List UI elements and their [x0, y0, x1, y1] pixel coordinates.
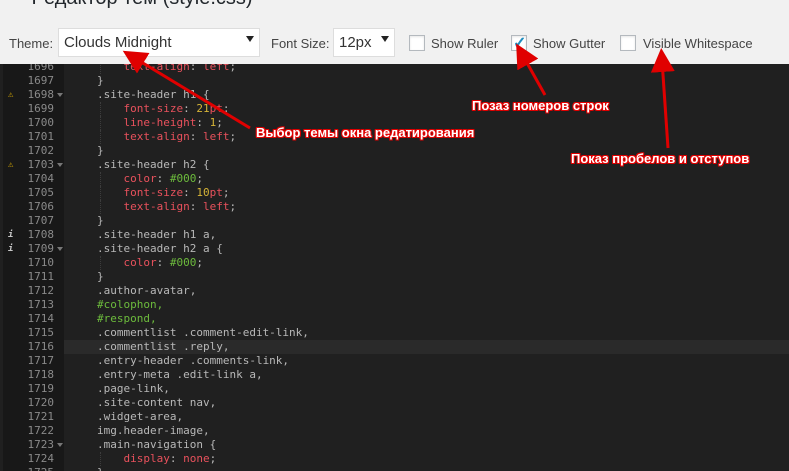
- code-line[interactable]: #respond,: [97, 312, 157, 326]
- checkmark-icon: ✓: [513, 35, 527, 52]
- line-number: 1715: [27, 326, 55, 339]
- code-line[interactable]: .site-header h2 a {: [97, 242, 223, 256]
- line-number: 1720: [27, 396, 55, 409]
- code-line[interactable]: .author-avatar,: [97, 284, 196, 298]
- line-number: 1707: [27, 214, 55, 227]
- indent-guide: [100, 452, 101, 466]
- code-line[interactable]: .site-header h1 {: [97, 88, 210, 102]
- indent-guide: [100, 172, 101, 186]
- indent-guide: [100, 130, 101, 144]
- code-line[interactable]: .entry-header .comments-link,: [97, 354, 289, 368]
- indent-guide: [100, 186, 101, 200]
- chevron-down-icon: [246, 36, 254, 42]
- line-number: 1701: [27, 130, 55, 143]
- code-line[interactable]: }: [97, 214, 104, 228]
- line-number-gutter[interactable]: 1696 1697 1698 ⚠ 1699 1700 1701 1702 1703 ⚠ 1704 17…: [3, 64, 64, 471]
- code-line[interactable]: }: [97, 270, 104, 284]
- code-line[interactable]: color: #000;: [97, 172, 204, 186]
- visible-whitespace-checkbox[interactable]: [620, 35, 636, 51]
- code-line[interactable]: .page-link,: [97, 382, 170, 396]
- fold-toggle-icon[interactable]: [57, 247, 63, 251]
- indent-guide: [100, 102, 101, 116]
- line-number: 1710: [27, 256, 55, 269]
- warning-icon[interactable]: ⚠: [8, 88, 13, 102]
- line-number: 1705: [27, 186, 55, 199]
- visible-whitespace-label[interactable]: Visible Whitespace: [643, 36, 753, 51]
- editor-toolbar: Theme: Clouds Midnight Font Size: 12px S…: [0, 14, 789, 64]
- indent-guide: [100, 256, 101, 270]
- code-line[interactable]: }: [97, 144, 104, 158]
- line-number: 1719: [27, 382, 55, 395]
- line-number: 1697: [27, 74, 55, 87]
- show-ruler-checkbox[interactable]: [409, 35, 425, 51]
- code-line[interactable]: #colophon,: [97, 298, 163, 312]
- code-line[interactable]: .widget-area,: [97, 410, 183, 424]
- code-line[interactable]: text-align: left;: [97, 200, 237, 214]
- code-line[interactable]: }: [97, 74, 104, 88]
- show-ruler-label[interactable]: Show Ruler: [431, 36, 498, 51]
- code-line[interactable]: display: none;: [97, 452, 217, 466]
- info-icon[interactable]: i: [8, 242, 13, 256]
- line-number: 1702: [27, 144, 55, 157]
- indent-guide: [100, 116, 101, 130]
- font-size-select[interactable]: 12px: [333, 28, 395, 57]
- show-gutter-checkbox[interactable]: ✓: [511, 35, 527, 52]
- line-number: 1696: [27, 64, 55, 73]
- code-line[interactable]: .site-content nav,: [97, 396, 216, 410]
- line-number: 1713: [27, 298, 55, 311]
- line-number: 1699: [27, 102, 55, 115]
- page-title-partial: — Редактор тем (style.css): [0, 0, 789, 14]
- annotation-gutter: Позаз номеров строк: [472, 98, 609, 113]
- fold-toggle-icon[interactable]: [57, 93, 63, 97]
- fold-toggle-icon[interactable]: [57, 163, 63, 167]
- line-number: 1725: [3, 466, 55, 471]
- line-number: 1712: [27, 284, 55, 297]
- code-line[interactable]: .entry-meta .edit-link a,: [97, 368, 263, 382]
- chevron-down-icon: [381, 36, 389, 42]
- theme-label: Theme:: [9, 36, 54, 51]
- indent-guide: [100, 200, 101, 214]
- warning-icon[interactable]: ⚠: [8, 158, 13, 172]
- code-line[interactable]: font-size: 21pt;: [97, 102, 230, 116]
- annotation-whitespace: Показ пробелов и отступов: [571, 151, 750, 166]
- font-size-label: Font Size:: [271, 36, 330, 51]
- line-number: 1706: [27, 200, 55, 213]
- line-number: 1716: [27, 340, 55, 353]
- fold-toggle-icon[interactable]: [57, 443, 63, 447]
- code-line[interactable]: line-height: 1;: [97, 116, 223, 130]
- line-number: 1721: [27, 410, 55, 423]
- code-line[interactable]: text-align: left;: [97, 64, 237, 74]
- code-line[interactable]: .commentlist .comment-edit-link,: [97, 326, 309, 340]
- theme-select[interactable]: Clouds Midnight: [58, 28, 260, 57]
- line-number: 1704: [27, 172, 55, 185]
- code-line[interactable]: .commentlist .reply,: [97, 340, 229, 354]
- code-line[interactable]: .site-header h1 a,: [97, 228, 216, 242]
- line-number: 1718: [27, 368, 55, 381]
- info-icon[interactable]: i: [8, 228, 13, 242]
- line-number: 1711: [27, 270, 55, 283]
- line-number: 1717: [27, 354, 55, 367]
- line-number: 1714: [27, 312, 55, 325]
- code-line[interactable]: img.header-image,: [97, 424, 210, 438]
- code-line[interactable]: .site-header h2 {: [97, 158, 210, 172]
- annotation-theme: Выбор темы окна редатирования: [256, 125, 475, 140]
- line-number: 1700: [27, 116, 55, 129]
- code-line[interactable]: color: #000;: [97, 256, 204, 270]
- code-line[interactable]: .main-navigation {: [97, 438, 216, 452]
- line-number: 1722: [27, 424, 55, 437]
- line-number: 1724: [27, 452, 55, 465]
- line-number: 1723: [27, 438, 55, 451]
- font-size-select-value: 12px: [339, 34, 372, 51]
- show-gutter-label[interactable]: Show Gutter: [533, 36, 605, 51]
- code-line[interactable]: }: [97, 466, 104, 471]
- code-line[interactable]: text-align: left;: [97, 130, 237, 144]
- theme-select-value: Clouds Midnight: [64, 34, 172, 51]
- indent-guide: [100, 64, 101, 74]
- code-line[interactable]: font-size: 10pt;: [97, 186, 230, 200]
